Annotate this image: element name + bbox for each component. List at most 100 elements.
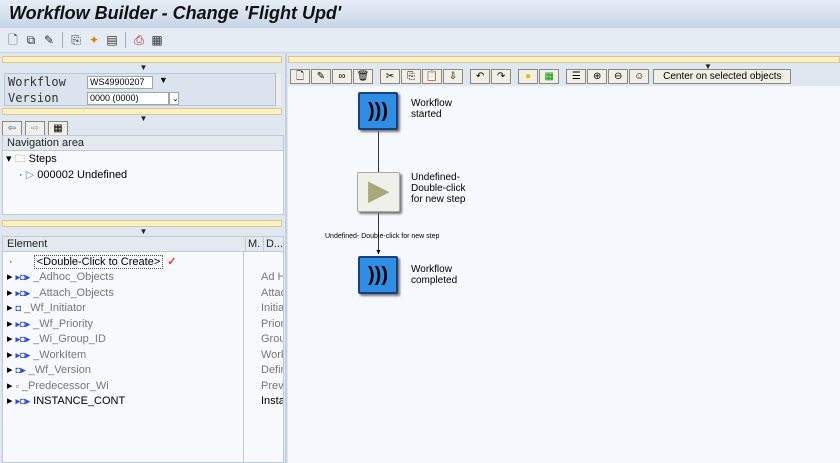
column-description[interactable]: D... <box>263 237 283 252</box>
version-label: Version <box>8 91 59 105</box>
data-element-icon: ◘ <box>15 303 22 313</box>
table-header: Element M. D... <box>3 237 283 252</box>
element-description: Previ <box>261 379 283 392</box>
table-row[interactable]: ▸ ▸◘▸ _Wf_Priority Priori <box>7 317 283 332</box>
bell-icon[interactable]: ● <box>518 69 539 84</box>
expand-icon[interactable]: ▸ <box>7 395 13 407</box>
element-name: _Attach_Objects <box>33 286 114 299</box>
column-element[interactable]: Element <box>7 238 47 250</box>
checkmark-annotation-icon: ✓ <box>167 256 177 268</box>
zoom-in-icon[interactable]: ⊕ <box>587 69 608 84</box>
copy-icon[interactable]: ⎘ <box>401 69 422 84</box>
insert-icon[interactable]: ⇩ <box>443 69 464 84</box>
user-icon[interactable]: ☺ <box>629 69 650 84</box>
element-name: _Wf_Initiator <box>24 302 86 314</box>
element-name: _Predecessor_Wi <box>21 379 109 392</box>
expand-icon[interactable]: ▸ <box>7 271 13 283</box>
data-element-icon: ▸◘▸ <box>15 396 31 406</box>
data-element-icon: ▸◘▸ <box>15 272 31 282</box>
undo-icon[interactable]: ↶ <box>470 69 491 84</box>
element-name: _WorkItem <box>33 348 87 361</box>
arrowhead-icon: ▼ <box>375 249 382 256</box>
create-row[interactable]: · <Double-Click to Create> ✓ <box>9 255 176 270</box>
scrollbar[interactable] <box>275 74 281 105</box>
workflow-end-node[interactable]: ))) <box>358 256 398 294</box>
workflow-canvas[interactable]: ))) Workflow started ▶ Undefined- Double… <box>288 86 840 463</box>
version-select[interactable]: 0000 (0000) Definition <box>87 92 169 105</box>
collapse-arrow-icon[interactable]: ▼ <box>0 227 287 236</box>
collapsed-panel-bar[interactable] <box>288 56 840 63</box>
collapsed-panel-bar[interactable] <box>2 56 282 63</box>
data-element-icon: ▸◘▸ <box>15 318 31 329</box>
new-icon[interactable]: 🗋 <box>6 33 20 47</box>
zoom-out-icon[interactable]: ⊖ <box>608 69 629 84</box>
expand-icon[interactable]: ▸ <box>7 364 13 376</box>
table-row[interactable]: ▸ ▫ _Predecessor_Wi Previ <box>7 379 283 394</box>
expand-icon[interactable]: ▸ <box>7 333 13 345</box>
print-icon[interactable]: ⎙ <box>132 33 146 47</box>
paste-icon[interactable]: 📋 <box>422 69 443 84</box>
step-item[interactable]: · ▷ 000002 Undefined <box>19 168 127 183</box>
back-icon[interactable]: ⇦ <box>2 121 22 136</box>
tree-icon[interactable]: ▦ <box>48 121 68 136</box>
display-icon[interactable]: ▤ <box>105 33 119 47</box>
pencil-icon[interactable]: ✎ <box>311 69 331 84</box>
data-element-icon: ◘▸ <box>15 365 26 375</box>
element-description: Initia <box>261 302 283 314</box>
copy-icon[interactable]: ⧉ <box>24 33 38 47</box>
chevron-down-icon[interactable]: ⌄ <box>169 92 179 105</box>
table-row[interactable]: ▸ ◘▸ _Wf_Version Defin <box>7 363 283 378</box>
container-table: Element M. D... · <Double-Click to Creat… <box>2 236 284 463</box>
glasses-icon[interactable]: ∞ <box>332 69 352 84</box>
delete-icon[interactable]: 🗑 <box>353 69 373 84</box>
table-row[interactable]: ▸ ▸◘▸ _WorkItem Work <box>7 348 283 363</box>
link-icon[interactable]: ⎘ <box>69 33 83 47</box>
element-description: Attac <box>261 286 283 299</box>
undefined-step-label: Undefined- Double-click for new step <box>411 172 466 205</box>
expand-icon[interactable]: ▸ <box>7 318 13 330</box>
cut-icon[interactable]: ✂ <box>380 69 401 84</box>
expand-icon[interactable]: ▸ <box>7 287 13 299</box>
folder-icon: 🗀 <box>14 153 26 165</box>
left-pane: ▼ Workflow WS49900207 ▼ Version 0000 (00… <box>0 53 287 463</box>
element-name: _Wi_Group_ID <box>33 333 106 345</box>
table-row[interactable]: ▸ ◘ _Wf_Initiator Initia <box>7 301 283 316</box>
data-element-icon: ▫ <box>15 380 19 391</box>
end-label: Workflow completed <box>411 264 458 286</box>
steps-node[interactable]: ▾ 🗀 Steps <box>6 152 57 167</box>
element-name: _Adhoc_Objects <box>33 271 114 283</box>
center-on-selected-button[interactable]: Center on selected objects <box>653 69 792 84</box>
new-icon[interactable]: 🗋 <box>290 69 310 84</box>
data-element-icon: ▸◘▸ <box>15 287 31 298</box>
collapse-arrow-icon[interactable]: ▼ <box>0 63 287 72</box>
workflow-input[interactable]: WS49900207 <box>87 76 153 89</box>
redo-icon[interactable]: ↷ <box>491 69 512 84</box>
forward-icon[interactable]: ⇨ <box>25 121 45 136</box>
expand-icon[interactable]: ▸ <box>7 380 13 392</box>
collapsed-panel-bar[interactable] <box>2 220 282 227</box>
align-icon[interactable]: ☰ <box>566 69 587 84</box>
layout-icon[interactable]: ▦ <box>150 33 164 47</box>
edit-icon[interactable]: ✎ <box>42 33 56 47</box>
element-description: Priori <box>261 317 283 330</box>
dropdown-icon[interactable]: ▼ <box>159 75 168 85</box>
expand-icon[interactable]: ▸ <box>7 302 13 314</box>
edge-line <box>378 130 379 172</box>
graphic-pane: ▼ 🗋 ✎ ∞ 🗑 ✂ ⎘ 📋 ⇩ ↶ ↷ ● ▦ ☰ ⊕ ⊖ ☺ Center on selecte… <box>288 53 840 463</box>
navigation-area: Navigation area ▾ 🗀 Steps · ▷ 000002 Und… <box>2 135 284 215</box>
overview-icon[interactable]: ▦ <box>539 69 560 84</box>
wand-icon[interactable]: ✦ <box>87 33 101 47</box>
application-toolbar: 🗋 ⧉ ✎ ⎘ ✦ ▤ ⎙ ▦ <box>0 28 840 53</box>
workflow-start-node[interactable]: ))) <box>358 92 398 130</box>
element-description: Insta <box>261 395 283 407</box>
element-name: _Wf_Priority <box>33 317 94 330</box>
table-row[interactable]: ▸ ▸◘▸ INSTANCE_CONT Insta <box>7 394 283 409</box>
column-m[interactable]: M. <box>245 237 260 252</box>
table-row[interactable]: ▸ ▸◘▸ _Adhoc_Objects Ad H <box>7 270 283 285</box>
undefined-step-node[interactable]: ▶ <box>357 172 400 212</box>
table-row[interactable]: ▸ ▸◘▸ _Wi_Group_ID Grou <box>7 332 283 347</box>
graph-toolbar: 🗋 ✎ ∞ 🗑 ✂ ⎘ 📋 ⇩ ↶ ↷ ● ▦ ☰ ⊕ ⊖ ☺ Center on selected … <box>290 69 792 84</box>
table-row[interactable]: ▸ ▸◘▸ _Attach_Objects Attac <box>7 286 283 301</box>
expand-icon[interactable]: ▸ <box>7 349 13 361</box>
window-title: Workflow Builder - Change 'Flight Upd' <box>9 3 342 23</box>
